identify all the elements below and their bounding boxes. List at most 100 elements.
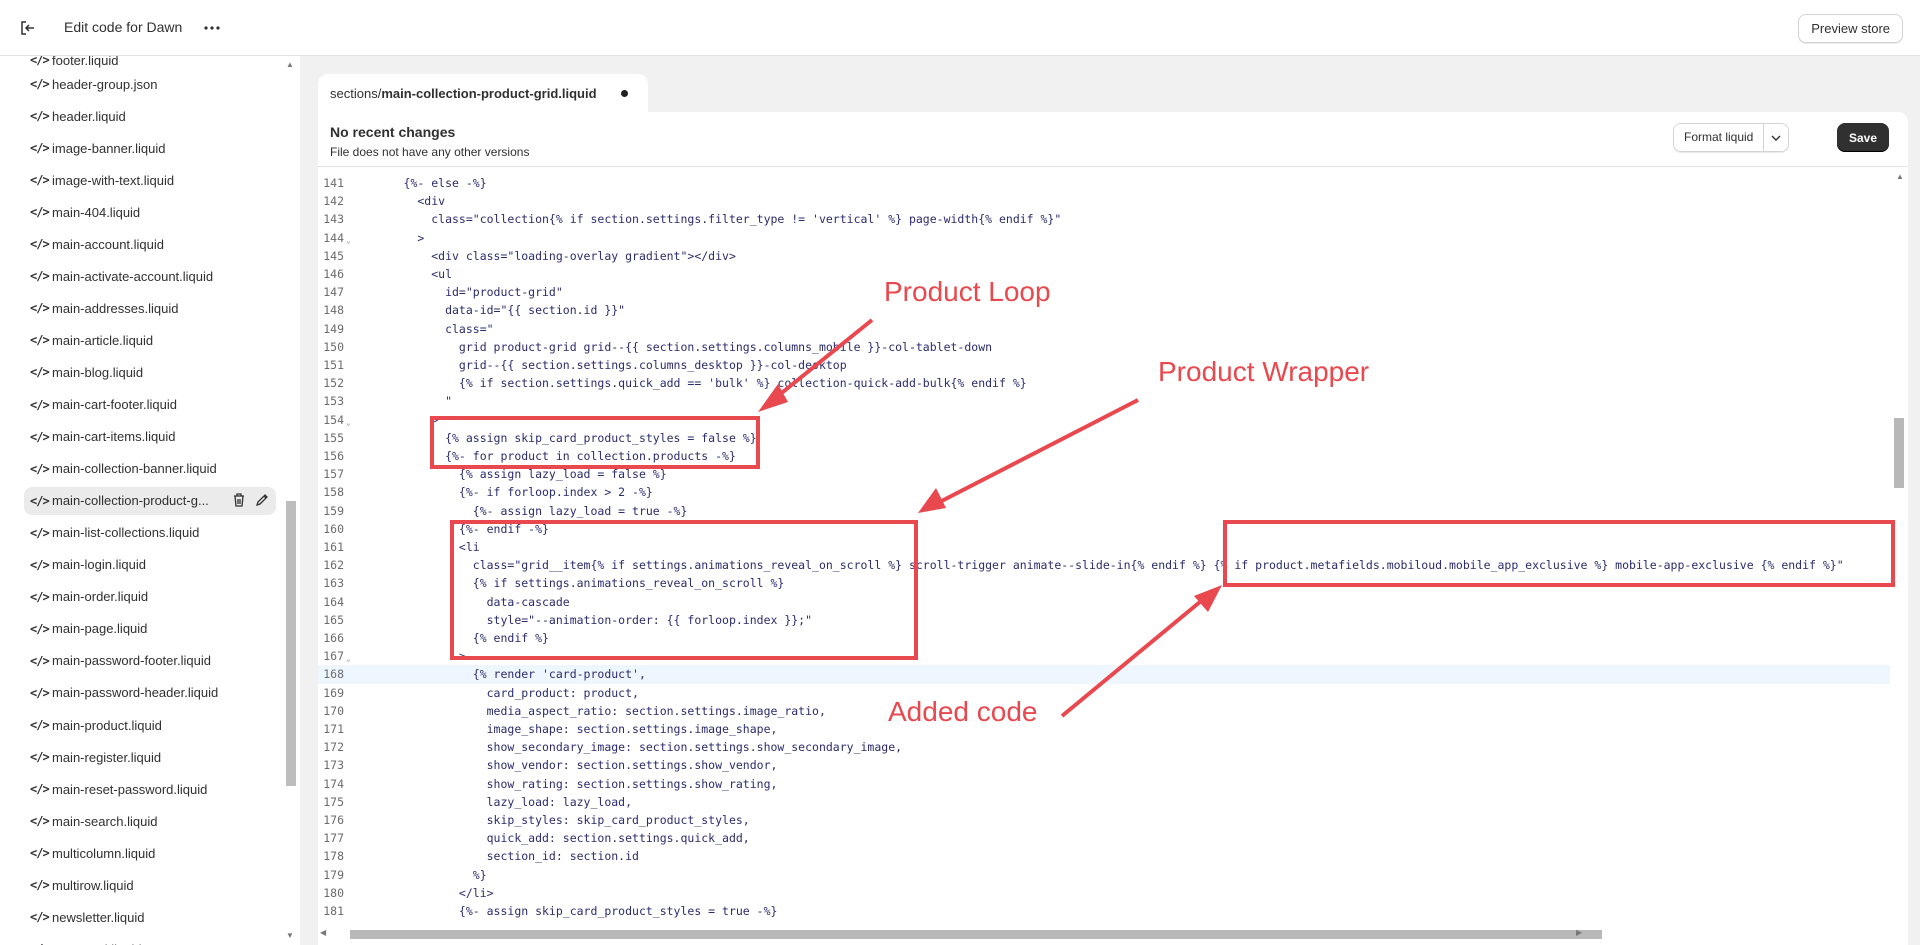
save-button[interactable]: Save [1837,123,1889,152]
code-line[interactable]: 181 {%- assign skip_card_product_styles … [318,902,1890,920]
trash-icon[interactable] [232,492,246,508]
pencil-icon[interactable] [254,492,270,508]
code-line[interactable]: 153 " [318,392,1890,410]
code-horizontal-scrollbar[interactable]: ◀ ▶ [318,923,1890,945]
line-number: 173 [323,758,344,773]
file-item[interactable]: </> main-account.liquid [24,230,276,258]
code-line[interactable]: 161 <li [318,538,1890,556]
file-item[interactable]: </> multicolumn.liquid [24,839,276,867]
file-item-partial[interactable]: </>password.liquid [24,935,276,945]
code-line[interactable]: 165 style="--animation-order: {{ forloop… [318,611,1890,629]
code-line[interactable]: 145 <div class="loading-overlay gradient… [318,247,1890,265]
file-item[interactable]: </> main-collection-product-g... [24,486,276,515]
code-line[interactable]: 159 {%- assign lazy_load = true -%} [318,502,1890,520]
code-line[interactable]: 164 data-cascade [318,593,1890,611]
exit-icon[interactable] [16,16,40,40]
code-text: <li [362,540,480,554]
code-text: grid--{{ section.settings.columns_deskto… [362,358,847,372]
file-item[interactable]: </> multirow.liquid [24,871,276,899]
scroll-down-arrow-icon[interactable]: ▼ [286,931,294,940]
code-line[interactable]: 160 {%- endif -%} [318,520,1890,538]
code-line[interactable]: 166 {% endif %} [318,629,1890,647]
code-line[interactable]: 146 <ul [318,265,1890,283]
code-line[interactable]: 147 id="product-grid" [318,283,1890,301]
file-item[interactable]: </> main-search.liquid [24,807,276,835]
file-item[interactable]: </> header-group.json [24,70,276,98]
code-line[interactable]: 162 class="grid__item{% if settings.anim… [318,556,1890,574]
code-line[interactable]: 149 class=" [318,320,1890,338]
code-line[interactable]: 150 grid product-grid grid--{{ section.s… [318,338,1890,356]
fold-chevron-icon[interactable]: ⌄ [346,414,351,432]
scroll-left-arrow-icon[interactable]: ◀ [320,928,326,937]
code-line[interactable]: 144 ⌄ > [318,229,1890,247]
code-line[interactable]: 176 skip_styles: skip_card_product_style… [318,811,1890,829]
code-line[interactable]: 179 %} [318,866,1890,884]
code-line[interactable]: 154 ⌄ > [318,411,1890,429]
file-item[interactable]: </> main-product.liquid [24,711,276,739]
fold-chevron-icon[interactable]: ⌄ [346,650,351,668]
scrollbar-thumb[interactable] [350,930,1602,939]
file-item[interactable]: </> main-password-header.liquid [24,679,276,707]
file-item[interactable]: </> main-page.liquid [24,615,276,643]
file-item[interactable]: </> main-login.liquid [24,551,276,579]
file-item[interactable]: </> main-cart-items.liquid [24,423,276,451]
code-line[interactable]: 174 show_rating: section.settings.show_r… [318,775,1890,793]
code-line[interactable]: 151 grid--{{ section.settings.columns_de… [318,356,1890,374]
sidebar-scrollbar[interactable] [286,501,296,786]
scroll-up-arrow-icon[interactable]: ▲ [1896,172,1904,181]
tab-file[interactable]: sections/main-collection-product-grid.li… [318,74,648,112]
file-item-label: main-password-footer.liquid [52,653,211,669]
code-line[interactable]: 143 class="collection{% if section.setti… [318,210,1890,228]
code-line[interactable]: 167 ⌄ > [318,647,1890,665]
format-liquid-button[interactable]: Format liquid [1674,124,1765,151]
code-line[interactable]: 141 {%- else -%} [318,174,1890,192]
more-horizontal-icon[interactable] [200,16,224,40]
file-item[interactable]: </> main-register.liquid [24,743,276,771]
code-line[interactable]: 163 {% if settings.animations_reveal_on_… [318,574,1890,592]
file-item[interactable]: </> main-addresses.liquid [24,294,276,322]
code-line[interactable]: 168 {% render 'card-product', [318,665,1890,684]
code-line[interactable]: 177 quick_add: section.settings.quick_ad… [318,829,1890,847]
code-text: card_product: product, [362,685,639,700]
code-vertical-scrollbar[interactable]: ▲ [1890,168,1908,923]
code-line[interactable]: 158 {%- if forloop.index > 2 -%} [318,483,1890,501]
file-item[interactable]: </> image-banner.liquid [24,134,276,162]
file-item[interactable]: </> main-404.liquid [24,198,276,226]
code-line[interactable]: 178 section_id: section.id [318,847,1890,865]
code-line[interactable]: 152 {% if section.settings.quick_add == … [318,374,1890,392]
code-editor[interactable]: 181 {%- assign skip_card_product_styles … [318,168,1908,945]
code-line[interactable]: 171 image_shape: section.settings.image_… [318,720,1890,738]
file-item[interactable]: </> header.liquid [24,102,276,130]
code-line[interactable]: 156 {%- for product in collection.produc… [318,447,1890,465]
file-item[interactable]: </> main-list-collections.liquid [24,519,276,547]
code-line[interactable]: 172 show_secondary_image: section.settin… [318,738,1890,756]
file-item[interactable]: </> main-cart-footer.liquid [24,391,276,419]
file-item[interactable]: </> image-with-text.liquid [24,166,276,194]
code-line[interactable]: 155 {% assign skip_card_product_styles =… [318,429,1890,447]
code-line[interactable]: 173 show_vendor: section.settings.show_v… [318,756,1890,774]
code-line[interactable]: 157 {% assign lazy_load = false %} [318,465,1890,483]
file-item-label: main-404.liquid [52,204,141,220]
code-line[interactable]: 175 lazy_load: lazy_load, [318,793,1890,811]
code-line[interactable]: 180 </li> [318,884,1890,902]
code-line[interactable]: 142 <div [318,192,1890,210]
chevron-down-icon[interactable] [1764,124,1789,151]
file-item[interactable]: </> main-order.liquid [24,583,276,611]
code-line[interactable]: 169 card_product: product, [318,684,1890,702]
preview-store-button[interactable]: Preview store [1798,14,1903,43]
file-item[interactable]: </> main-activate-account.liquid [24,262,276,290]
code-line[interactable]: 148 data-id="{{ section.id }}" [318,301,1890,319]
file-item[interactable]: </> main-article.liquid [24,326,276,354]
scroll-up-arrow-icon[interactable]: ▲ [286,60,294,69]
code-line[interactable]: 170 media_aspect_ratio: section.settings… [318,702,1890,720]
file-item[interactable]: </> main-blog.liquid [24,358,276,386]
file-item[interactable]: </> newsletter.liquid [24,903,276,931]
code-file-icon: </> [30,621,50,636]
scroll-right-arrow-icon[interactable]: ▶ [1576,928,1582,937]
file-item[interactable]: </> main-password-footer.liquid [24,647,276,675]
fold-chevron-icon[interactable]: ⌄ [346,232,351,250]
file-item[interactable]: </> main-reset-password.liquid [24,775,276,803]
scrollbar-thumb[interactable] [1894,418,1904,488]
code-file-icon: </> [30,237,50,252]
file-item[interactable]: </> main-collection-banner.liquid [24,455,276,483]
